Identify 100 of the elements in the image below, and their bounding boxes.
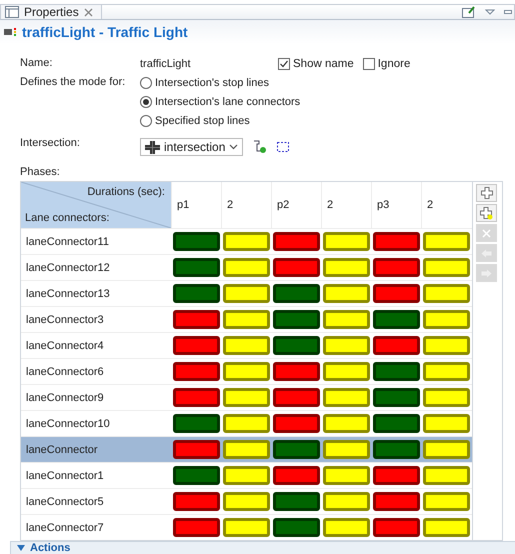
signal-swatch[interactable] (223, 232, 270, 251)
close-icon[interactable] (84, 8, 93, 16)
signal-swatch[interactable] (273, 492, 320, 511)
signal-swatch[interactable] (373, 466, 420, 485)
signal-swatch[interactable] (373, 440, 420, 459)
actions-section-header[interactable]: Actions (10, 541, 515, 554)
signal-swatch[interactable] (173, 232, 220, 251)
signal-swatch[interactable] (423, 258, 470, 277)
signal-swatch[interactable] (223, 284, 270, 303)
signal-swatch[interactable] (173, 258, 220, 277)
properties-tab[interactable]: Properties (1, 5, 102, 19)
signal-swatch[interactable] (423, 310, 470, 329)
signal-swatch[interactable] (323, 258, 370, 277)
intersection-dropdown[interactable]: intersection (140, 138, 244, 156)
signal-swatch[interactable] (173, 284, 220, 303)
signal-swatch[interactable] (173, 440, 220, 459)
signal-swatch[interactable] (223, 440, 270, 459)
row-header[interactable]: laneConnector11 (21, 228, 172, 254)
signal-swatch[interactable] (373, 492, 420, 511)
signal-swatch[interactable] (323, 414, 370, 433)
signal-swatch[interactable] (323, 388, 370, 407)
signal-swatch[interactable] (323, 232, 370, 251)
signal-swatch[interactable] (273, 440, 320, 459)
signal-swatch[interactable] (173, 414, 220, 433)
signal-swatch[interactable] (173, 336, 220, 355)
signal-swatch[interactable] (223, 518, 270, 537)
radio-option[interactable]: Specified stop lines (140, 111, 300, 130)
selection-frame-icon[interactable] (277, 142, 290, 152)
row-header[interactable]: laneConnector12 (21, 254, 172, 280)
signal-swatch[interactable] (423, 388, 470, 407)
radio-option[interactable]: Intersection's lane connectors (140, 92, 300, 111)
insert-button[interactable] (476, 204, 497, 222)
signal-swatch[interactable] (373, 232, 420, 251)
signal-swatch[interactable] (273, 232, 320, 251)
signal-swatch[interactable] (423, 440, 470, 459)
signal-swatch[interactable] (273, 336, 320, 355)
signal-swatch[interactable] (223, 388, 270, 407)
signal-swatch[interactable] (273, 362, 320, 381)
signal-swatch[interactable] (223, 310, 270, 329)
signal-swatch[interactable] (173, 466, 220, 485)
signal-swatch[interactable] (273, 310, 320, 329)
signal-swatch[interactable] (423, 492, 470, 511)
signal-swatch[interactable] (273, 466, 320, 485)
signal-swatch[interactable] (323, 362, 370, 381)
signal-swatch[interactable] (223, 414, 270, 433)
select-on-map-icon[interactable] (253, 140, 268, 154)
checkbox[interactable]: Ignore (362, 58, 410, 70)
signal-swatch[interactable] (423, 518, 470, 537)
new-window-icon[interactable] (462, 6, 476, 18)
signal-swatch[interactable] (423, 362, 470, 381)
signal-swatch[interactable] (223, 362, 270, 381)
row-header[interactable]: laneConnector1 (21, 462, 172, 488)
signal-swatch[interactable] (223, 466, 270, 485)
signal-swatch[interactable] (423, 336, 470, 355)
signal-swatch[interactable] (373, 388, 420, 407)
signal-swatch[interactable] (173, 492, 220, 511)
signal-swatch[interactable] (373, 414, 420, 433)
signal-swatch[interactable] (273, 414, 320, 433)
minimize-icon[interactable] (504, 10, 512, 14)
signal-swatch[interactable] (423, 232, 470, 251)
signal-swatch[interactable] (273, 258, 320, 277)
signal-swatch[interactable] (423, 284, 470, 303)
add-button[interactable] (476, 184, 497, 202)
column-header: p3 (372, 182, 422, 228)
signal-swatch[interactable] (373, 284, 420, 303)
signal-swatch[interactable] (373, 362, 420, 381)
row-header[interactable]: laneConnector (21, 436, 172, 462)
row-header[interactable]: laneConnector3 (21, 306, 172, 332)
signal-swatch[interactable] (223, 336, 270, 355)
signal-swatch[interactable] (373, 310, 420, 329)
signal-swatch[interactable] (273, 284, 320, 303)
signal-swatch[interactable] (423, 414, 470, 433)
radio-option[interactable]: Intersection's stop lines (140, 73, 300, 92)
view-menu-icon[interactable] (485, 9, 495, 15)
signal-swatch[interactable] (373, 336, 420, 355)
signal-swatch[interactable] (323, 466, 370, 485)
signal-swatch[interactable] (373, 518, 420, 537)
checkbox[interactable]: Show name (278, 58, 354, 70)
signal-swatch[interactable] (173, 518, 220, 537)
row-header[interactable]: laneConnector4 (21, 332, 172, 358)
signal-swatch[interactable] (323, 284, 370, 303)
signal-swatch[interactable] (323, 440, 370, 459)
signal-swatch[interactable] (323, 336, 370, 355)
row-header[interactable]: laneConnector7 (21, 514, 172, 540)
signal-swatch[interactable] (173, 388, 220, 407)
signal-swatch[interactable] (223, 258, 270, 277)
signal-swatch[interactable] (223, 492, 270, 511)
signal-swatch[interactable] (273, 518, 320, 537)
row-header[interactable]: laneConnector6 (21, 358, 172, 384)
signal-swatch[interactable] (173, 362, 220, 381)
row-header[interactable]: laneConnector9 (21, 384, 172, 410)
signal-swatch[interactable] (173, 310, 220, 329)
signal-swatch[interactable] (423, 466, 470, 485)
signal-swatch[interactable] (373, 258, 420, 277)
signal-swatch[interactable] (323, 518, 370, 537)
signal-swatch[interactable] (273, 388, 320, 407)
signal-swatch[interactable] (323, 310, 370, 329)
row-header[interactable]: laneConnector5 (21, 488, 172, 514)
signal-swatch[interactable] (323, 492, 370, 511)
row-header[interactable]: laneConnector13 (21, 280, 172, 306)
